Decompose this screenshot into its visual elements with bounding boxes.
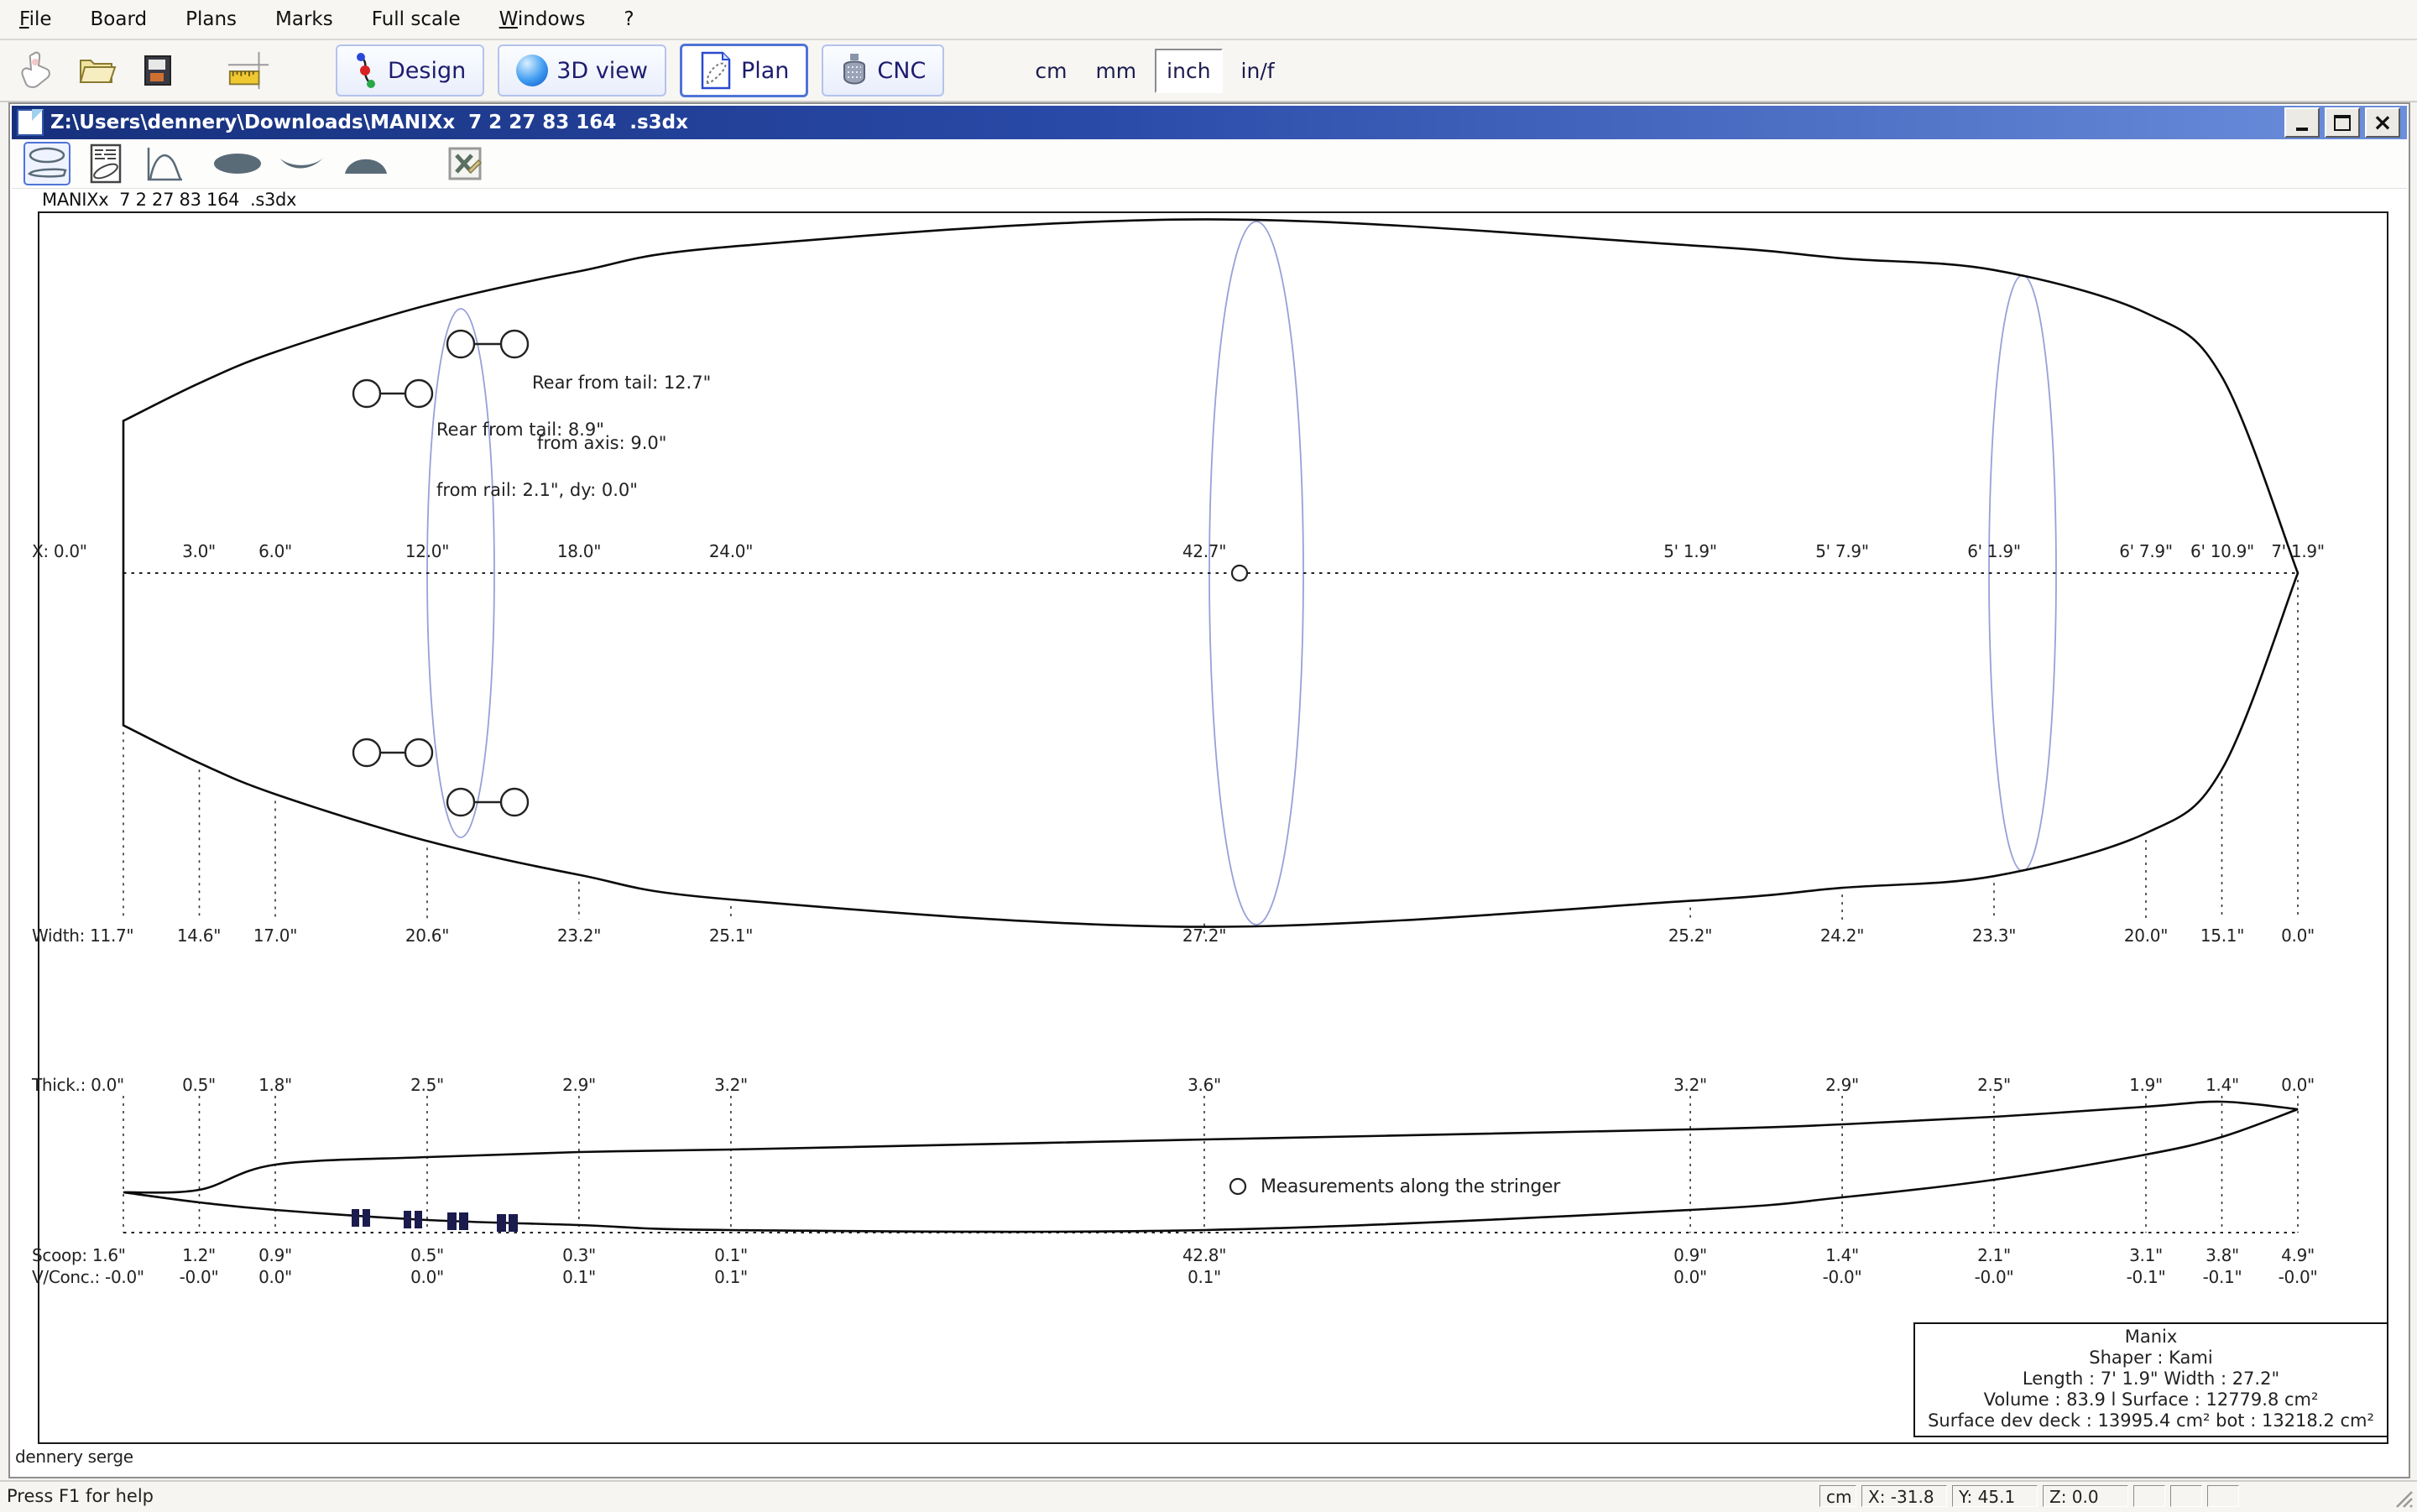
scoop-measurement-row: Scoop: 1.6" 1.2" 0.9" 0.5" 0.3" 0.1" 42.8" 0.9"… bbox=[0, 1245, 2417, 1265]
vconc-value-label: -0.0" bbox=[1823, 1267, 1862, 1287]
x-station-label: 3.0" bbox=[182, 541, 216, 561]
thick-value-label: 1.9" bbox=[2129, 1075, 2163, 1095]
vconc-value-label: 0.1" bbox=[714, 1267, 748, 1287]
vconc-value-label: -0.0" bbox=[1975, 1267, 2014, 1287]
scoop-value-label: 0.1" bbox=[714, 1245, 748, 1265]
width-measurement-row: Width: 11.7" 14.6" 17.0" 20.6" 23.2" 25.1" 27.… bbox=[0, 925, 2417, 946]
thick-value-label: 3.2" bbox=[714, 1075, 748, 1095]
thick-value-label: 2.5" bbox=[410, 1075, 444, 1095]
x-station-label: 24.0" bbox=[709, 541, 753, 561]
app-root: FileBoardPlansMarksFull scaleWindows? bbox=[0, 0, 2417, 1510]
width-value-label: 20.6" bbox=[405, 925, 449, 946]
x-station-label: 5' 1.9" bbox=[1663, 541, 1717, 561]
fin-plug-handle[interactable] bbox=[447, 331, 474, 357]
fin-plug-handle[interactable] bbox=[353, 739, 380, 766]
fin-plug-handle[interactable] bbox=[405, 739, 432, 766]
board-dimensions: Length : 7' 1.9" Width : 27.2" bbox=[1915, 1369, 2387, 1389]
x-station-label: 5' 7.9" bbox=[1815, 541, 1869, 561]
scoop-value-label: 0.5" bbox=[410, 1245, 444, 1265]
plug-rail-line2: from rail: 2.1", dy: 0.0" bbox=[436, 480, 638, 500]
thick-value-label: 0.5" bbox=[182, 1075, 216, 1095]
fin-plug-handle[interactable] bbox=[447, 789, 474, 816]
vconc-value-label: 0.1" bbox=[1188, 1267, 1221, 1287]
width-value-label: 25.2" bbox=[1668, 925, 1712, 946]
board-dev-surfaces: Surface dev deck : 13995.4 cm² bot : 132… bbox=[1915, 1410, 2387, 1431]
scoop-value-label: 42.8" bbox=[1182, 1245, 1226, 1265]
stringer-note: Measurements along the stringer bbox=[1261, 1176, 1560, 1197]
width-value-label: 23.3" bbox=[1972, 925, 2016, 946]
vconc-value-label: -0.0" bbox=[180, 1267, 219, 1287]
vconc-value-label: V/Conc.: -0.0" bbox=[32, 1267, 144, 1287]
width-value-label: Width: 11.7" bbox=[32, 925, 133, 946]
vconc-measurement-row: V/Conc.: -0.0" -0.0" 0.0" 0.0" 0.1" 0.1" 0.1" 0… bbox=[0, 1267, 2417, 1287]
board-info-box: Manix Shaper : Kami Length : 7' 1.9" Wid… bbox=[1913, 1322, 2388, 1437]
x-measurement-row: X: 0.0" 3.0" 6.0" 12.0" 18.0" 24.0" 42.7" 5' 1.… bbox=[0, 541, 2417, 561]
thick-value-label: 2.5" bbox=[1977, 1075, 2011, 1095]
thick-value-label: 1.4" bbox=[2206, 1075, 2239, 1095]
stringer-note-marker bbox=[1230, 1179, 1245, 1194]
thick-value-label: 3.6" bbox=[1188, 1075, 1221, 1095]
width-value-label: 24.2" bbox=[1820, 925, 1864, 946]
board-profile-outline bbox=[123, 1102, 2298, 1232]
x-station-label: X: 0.0" bbox=[32, 541, 87, 561]
thick-value-label: 0.0" bbox=[2281, 1075, 2315, 1095]
x-station-label: 6' 7.9" bbox=[2119, 541, 2173, 561]
x-station-label: 7' 1.9" bbox=[2271, 541, 2325, 561]
vconc-value-label: 0.1" bbox=[562, 1267, 596, 1287]
x-station-label: 18.0" bbox=[557, 541, 601, 561]
width-value-label: 15.1" bbox=[2200, 925, 2244, 946]
plug-rail-line1: Rear from tail: 8.9" bbox=[436, 420, 638, 440]
scoop-value-label: 1.2" bbox=[182, 1245, 216, 1265]
x-station-label: 6.0" bbox=[258, 541, 292, 561]
vconc-value-label: 0.0" bbox=[258, 1267, 292, 1287]
fin-plug-handle[interactable] bbox=[353, 380, 380, 407]
profile-station-lines bbox=[123, 1096, 2298, 1233]
scoop-value-label: 1.4" bbox=[1825, 1245, 1859, 1265]
width-value-label: 17.0" bbox=[253, 925, 297, 946]
board-shaper: Shaper : Kami bbox=[1915, 1348, 2387, 1369]
vconc-value-label: -0.1" bbox=[2127, 1267, 2166, 1287]
vconc-value-label: -0.1" bbox=[2203, 1267, 2242, 1287]
scoop-value-label: 4.9" bbox=[2281, 1245, 2315, 1265]
scoop-value-label: 2.1" bbox=[1977, 1245, 2011, 1265]
scoop-value-label: 0.9" bbox=[1673, 1245, 1707, 1265]
x-station-label: 12.0" bbox=[405, 541, 449, 561]
width-value-label: 27.2" bbox=[1182, 925, 1226, 946]
thick-value-label: 3.2" bbox=[1673, 1075, 1707, 1095]
scoop-value-label: 0.3" bbox=[562, 1245, 596, 1265]
board-name: Manix bbox=[1915, 1327, 2387, 1348]
scoop-value-label: 0.9" bbox=[258, 1245, 292, 1265]
canvas-title: MANIXx 7 2 27 83 164 .s3dx bbox=[42, 190, 296, 210]
scoop-value-label: 3.8" bbox=[2206, 1245, 2239, 1265]
width-value-label: 23.2" bbox=[557, 925, 601, 946]
center-point-marker[interactable] bbox=[1232, 566, 1247, 581]
x-station-label: 6' 1.9" bbox=[1967, 541, 2021, 561]
scoop-value-label: 3.1" bbox=[2129, 1245, 2163, 1265]
signature: dennery serge bbox=[15, 1447, 133, 1467]
plug-rail-annotation: Rear from tail: 8.9" from rail: 2.1", dy… bbox=[436, 379, 638, 540]
thick-value-label: 2.9" bbox=[562, 1075, 596, 1095]
scoop-value-label: Scoop: 1.6" bbox=[32, 1245, 126, 1265]
vconc-value-label: -0.0" bbox=[2279, 1267, 2318, 1287]
width-value-label: 0.0" bbox=[2281, 925, 2315, 946]
board-volume-surface: Volume : 83.9 l Surface : 12779.8 cm² bbox=[1915, 1389, 2387, 1410]
vconc-value-label: 0.0" bbox=[1673, 1267, 1707, 1287]
width-value-label: 25.1" bbox=[709, 925, 753, 946]
x-station-label: 6' 10.9" bbox=[2190, 541, 2254, 561]
fin-plug-handle[interactable] bbox=[405, 380, 432, 407]
fin-plug-handle[interactable] bbox=[501, 331, 528, 357]
thick-value-label: 1.8" bbox=[258, 1075, 292, 1095]
width-value-label: 14.6" bbox=[177, 925, 221, 946]
fin-plug-handle[interactable] bbox=[501, 789, 528, 816]
vconc-value-label: 0.0" bbox=[410, 1267, 444, 1287]
thick-value-label: 2.9" bbox=[1825, 1075, 1859, 1095]
thick-value-label: Thick.: 0.0" bbox=[32, 1075, 124, 1095]
thick-measurement-row: Thick.: 0.0" 0.5" 1.8" 2.5" 2.9" 3.2" 3.6" 3.2"… bbox=[0, 1075, 2417, 1095]
x-station-label: 42.7" bbox=[1182, 541, 1226, 561]
width-value-label: 20.0" bbox=[2124, 925, 2168, 946]
